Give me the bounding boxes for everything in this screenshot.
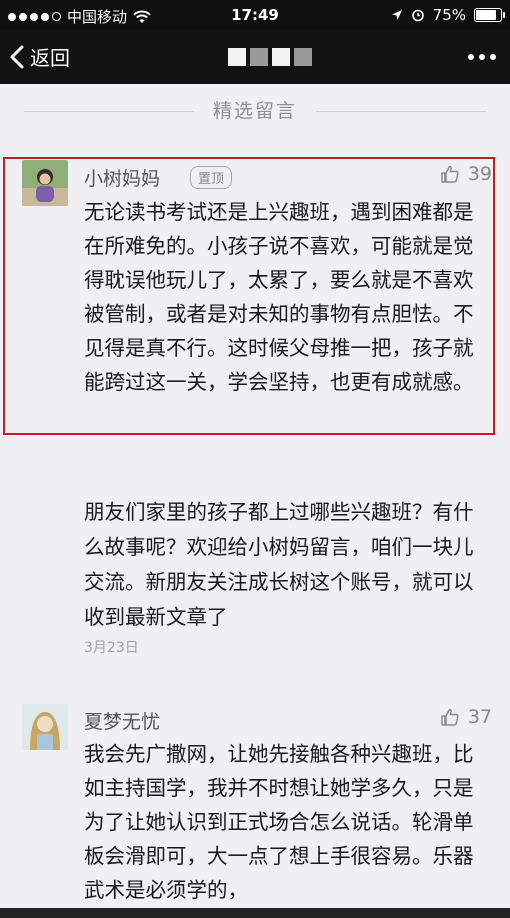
thumbs-up-icon bbox=[441, 165, 459, 183]
like-button[interactable]: 37 bbox=[440, 706, 492, 728]
nav-bar: 返回 bbox=[0, 30, 510, 84]
commenter-name: 夏梦无忧 bbox=[84, 711, 161, 733]
more-button[interactable] bbox=[468, 54, 496, 60]
chevron-left-icon bbox=[10, 45, 24, 68]
reply-date: 3月23日 bbox=[84, 640, 139, 656]
author-reply-text: 朋友们家里的孩子都上过哪些兴趣班？有什么故事呢？欢迎给小树妈留言，咱们一块儿交流… bbox=[84, 500, 474, 629]
alarm-clock-icon bbox=[411, 9, 424, 22]
section-title: 精选留言 bbox=[212, 100, 297, 122]
bottom-edge bbox=[0, 908, 510, 918]
pinned-badge: 置顶 bbox=[190, 166, 233, 189]
like-button[interactable]: 39 bbox=[440, 163, 492, 185]
battery-icon bbox=[474, 8, 505, 22]
comment-text: 我会先广撒网，让她先接触各种兴趣班，比如主持国学，我并不时想让她学多久，只是为了… bbox=[84, 742, 474, 902]
commenter-name: 小树妈妈 bbox=[84, 168, 161, 190]
like-count: 37 bbox=[467, 706, 492, 728]
like-count: 39 bbox=[467, 163, 492, 185]
nav-title-redacted bbox=[228, 48, 312, 66]
back-button[interactable]: 返回 bbox=[10, 42, 70, 71]
thumbs-up-icon bbox=[441, 708, 459, 726]
status-right: 75% bbox=[391, 6, 505, 24]
status-bar: 中国移动 17:49 75% bbox=[0, 0, 510, 30]
back-label: 返回 bbox=[30, 46, 70, 70]
comment-text: 无论读书考试还是上兴趣班，遇到困难都是在所难免的。小孩子说不喜欢，可能就是觉得耽… bbox=[84, 200, 474, 394]
section-header: 精选留言 bbox=[0, 96, 510, 123]
avatar[interactable] bbox=[22, 704, 68, 750]
avatar[interactable] bbox=[22, 160, 68, 206]
location-arrow-icon bbox=[391, 10, 402, 20]
battery-percent: 75% bbox=[432, 6, 466, 24]
